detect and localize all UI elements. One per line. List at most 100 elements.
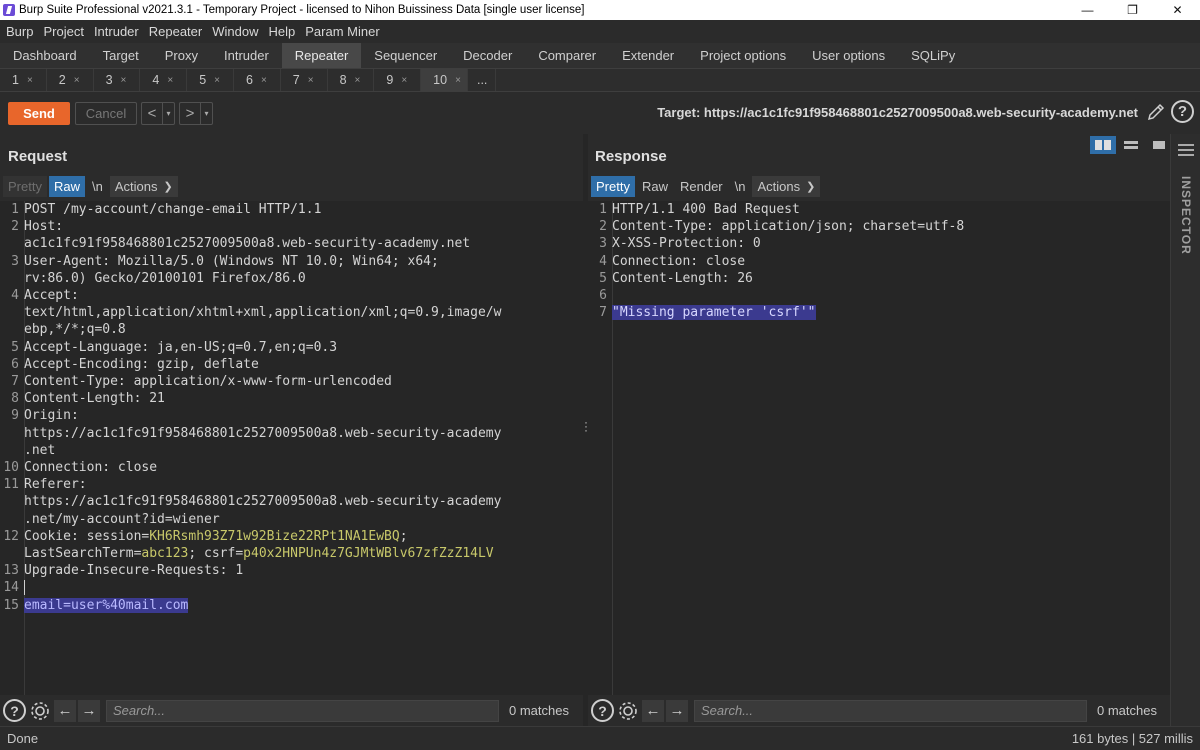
menu-burp[interactable]: Burp <box>6 24 33 39</box>
forward-dropdown-icon[interactable]: ▾ <box>200 102 212 124</box>
text-caret <box>24 580 25 596</box>
tab-pretty[interactable]: Pretty <box>3 176 47 197</box>
request-search-bar: ? ← → Search... 0 matches <box>0 695 583 726</box>
single-pane-layout-icon[interactable] <box>1146 136 1172 154</box>
gear-icon[interactable] <box>616 699 640 723</box>
menu-lines-icon[interactable] <box>1178 144 1194 159</box>
tab-target[interactable]: Target <box>90 43 152 68</box>
main-tabs: Dashboard Target Proxy Intruder Repeater… <box>0 43 1200 69</box>
tab-sequencer[interactable]: Sequencer <box>361 43 450 68</box>
close-icon[interactable]: × <box>308 75 314 86</box>
tab-decoder[interactable]: Decoder <box>450 43 525 68</box>
help-icon[interactable]: ? <box>1171 100 1194 123</box>
repeater-tab[interactable]: 7 × <box>281 69 328 91</box>
code-line: 3 X-XSS-Protection: 0 <box>599 236 761 252</box>
menu-help[interactable]: Help <box>268 24 295 39</box>
menu-intruder[interactable]: Intruder <box>94 24 139 39</box>
next-match-icon[interactable]: → <box>78 699 100 722</box>
repeater-tab[interactable]: 8 × <box>328 69 375 91</box>
repeater-toolbar: Send Cancel < ▾ > ▾ Target: https://ac1c… <box>0 92 1200 134</box>
repeater-tab[interactable]: 5 × <box>187 69 234 91</box>
side-by-side-layout-icon[interactable] <box>1090 136 1116 154</box>
close-icon[interactable]: × <box>401 75 407 86</box>
request-view-tabs: Pretty Raw \n Actions ❯ <box>3 176 180 197</box>
tab-extender[interactable]: Extender <box>609 43 687 68</box>
restore-button[interactable]: ❐ <box>1110 0 1155 20</box>
repeater-tab-label: 9 <box>386 73 394 87</box>
tab-pretty[interactable]: Pretty <box>591 176 635 197</box>
code-line: 1 POST /my-account/change-email HTTP/1.1 <box>11 202 322 217</box>
back-dropdown-icon[interactable]: ▾ <box>162 102 174 124</box>
code-line: 2 Host: <box>11 219 64 235</box>
code-line: 4 Connection: close <box>599 253 746 269</box>
repeater-tab[interactable]: 2 × <box>47 69 94 91</box>
tab-dashboard[interactable]: Dashboard <box>0 43 90 68</box>
cancel-button[interactable]: Cancel <box>75 101 137 125</box>
menu-repeater[interactable]: Repeater <box>149 24 202 39</box>
tab-intruder[interactable]: Intruder <box>211 43 282 68</box>
search-input[interactable]: Search... <box>106 699 499 722</box>
close-icon[interactable]: × <box>214 75 220 86</box>
request-editor[interactable]: 1 POST /my-account/change-email HTTP/1.1 … <box>0 201 583 695</box>
close-icon[interactable]: × <box>455 75 461 86</box>
repeater-tab[interactable]: 6 × <box>234 69 281 91</box>
search-input[interactable]: Search... <box>694 699 1087 722</box>
menu-window[interactable]: Window <box>212 24 258 39</box>
code-line: rv:86.0) Gecko/20100101 Firefox/86.0 <box>24 270 306 286</box>
code-line: ac1c1fc91f958468801c2527009500a8.web-sec… <box>24 236 471 252</box>
repeater-tab[interactable]: 4 × <box>140 69 188 91</box>
close-icon[interactable]: × <box>121 75 127 86</box>
repeater-tab[interactable]: 3 × <box>94 69 141 91</box>
tab-repeater[interactable]: Repeater <box>281 43 362 68</box>
tab-comparer[interactable]: Comparer <box>525 43 609 68</box>
chevron-down-icon: ❯ <box>806 181 816 193</box>
close-icon[interactable]: × <box>355 75 361 86</box>
tab-raw[interactable]: Raw <box>637 176 673 197</box>
next-match-icon[interactable]: → <box>666 699 688 722</box>
close-icon[interactable]: × <box>74 75 80 86</box>
code-line: 11 Referer: <box>3 477 87 493</box>
close-icon[interactable]: × <box>167 75 173 86</box>
close-button[interactable]: ✕ <box>1155 0 1200 20</box>
code-line: 10 Connection: close <box>3 460 158 476</box>
tab-newline[interactable]: \n <box>87 176 108 197</box>
new-tab-button[interactable]: ... <box>468 69 496 91</box>
tab-project-options[interactable]: Project options <box>687 43 799 68</box>
minimize-button[interactable]: — <box>1065 0 1110 20</box>
inspector-label[interactable]: INSPECTOR <box>1179 176 1193 255</box>
menu-project[interactable]: Project <box>43 24 83 39</box>
stacked-layout-icon[interactable] <box>1118 136 1144 154</box>
previous-match-icon[interactable]: ← <box>642 699 664 722</box>
forward-button[interactable]: > <box>180 103 200 124</box>
burp-logo-icon <box>3 4 15 16</box>
repeater-tab[interactable]: 9 × <box>374 69 422 91</box>
gear-icon[interactable] <box>28 699 52 723</box>
pencil-icon[interactable] <box>1146 102 1166 122</box>
tab-newline[interactable]: \n <box>730 176 751 197</box>
tab-raw[interactable]: Raw <box>48 176 85 197</box>
repeater-tab[interactable]: 1 × <box>0 69 47 91</box>
previous-match-icon[interactable]: ← <box>54 699 76 722</box>
code-line: 1 HTTP/1.1 400 Bad Request <box>599 202 800 217</box>
close-icon[interactable]: × <box>27 75 33 86</box>
close-icon[interactable]: × <box>261 75 267 86</box>
menu-param-miner[interactable]: Param Miner <box>305 24 379 39</box>
tab-render[interactable]: Render <box>675 176 728 197</box>
help-icon[interactable]: ? <box>591 699 614 722</box>
back-button[interactable]: < <box>142 103 162 124</box>
actions-menu[interactable]: Actions ❯ <box>109 176 178 197</box>
code-line: 6 <box>599 288 607 304</box>
status-text: Done <box>7 731 39 746</box>
tab-user-options[interactable]: User options <box>799 43 898 68</box>
tab-sqlipy[interactable]: SQLiPy <box>898 43 968 68</box>
code-line: 6 Accept-Encoding: gzip, deflate <box>11 356 259 372</box>
send-button[interactable]: Send <box>8 101 70 125</box>
tab-proxy[interactable]: Proxy <box>152 43 211 68</box>
response-editor[interactable]: 1 HTTP/1.1 400 Bad Request 2 Content-Type:… <box>588 201 1170 695</box>
actions-menu[interactable]: Actions ❯ <box>752 176 821 197</box>
repeater-tab-active[interactable]: 10 × <box>421 69 468 91</box>
match-count: 0 matches <box>509 703 569 718</box>
help-icon[interactable]: ? <box>3 699 26 722</box>
menu-bar: Burp Project Intruder Repeater Window He… <box>0 20 1200 43</box>
inspector-sidebar[interactable]: INSPECTOR <box>1170 134 1200 726</box>
